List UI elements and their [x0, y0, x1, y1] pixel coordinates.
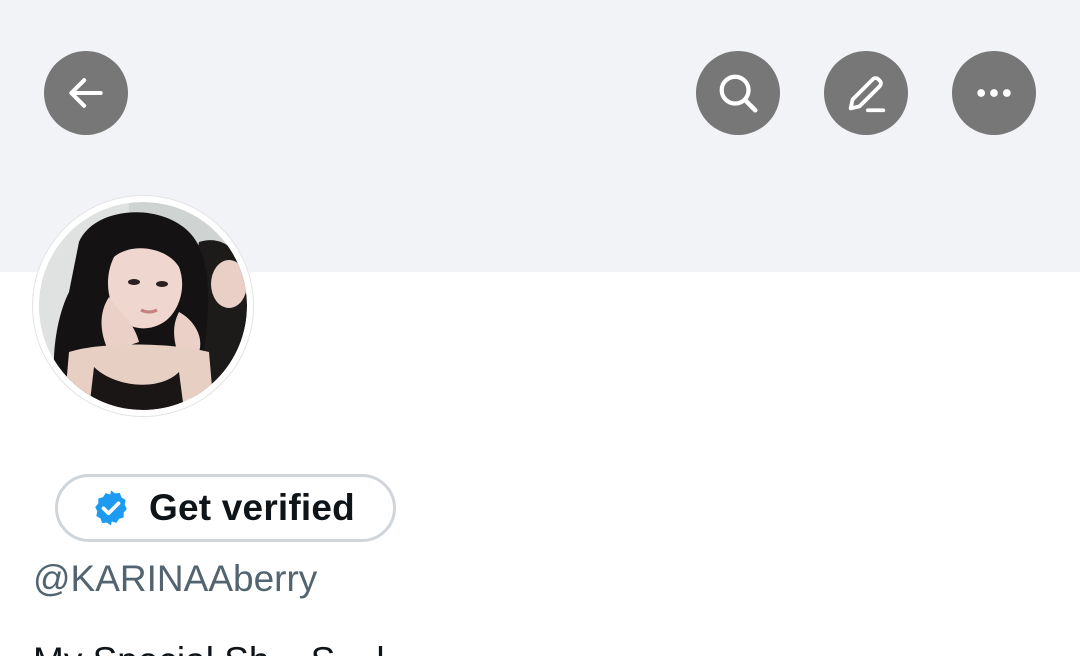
search-icon	[719, 74, 758, 113]
get-verified-label: Get verified	[149, 487, 355, 528]
get-verified-button[interactable]: Get verified	[55, 474, 396, 542]
more-horizontal-icon	[977, 89, 1011, 97]
profile-page: Get verified @KARINAAberry My Special Sh…	[0, 0, 1080, 656]
profile-avatar[interactable]	[33, 196, 253, 416]
bio-text: My Special Sh... S... l...	[33, 640, 415, 656]
avatar-photo	[39, 202, 247, 410]
verified-badge-icon	[95, 490, 127, 526]
back-button[interactable]	[44, 51, 128, 135]
more-button[interactable]	[952, 51, 1036, 135]
profile-bio: My Special Sh... S... l... ...	[33, 640, 1073, 656]
pencil-icon	[848, 76, 886, 113]
arrow-left-icon	[69, 78, 103, 108]
profile-handle: @KARINAAberry	[33, 558, 318, 599]
search-button[interactable]	[696, 51, 780, 135]
edit-button[interactable]	[824, 51, 908, 135]
bio-link[interactable]: ...	[646, 640, 677, 656]
